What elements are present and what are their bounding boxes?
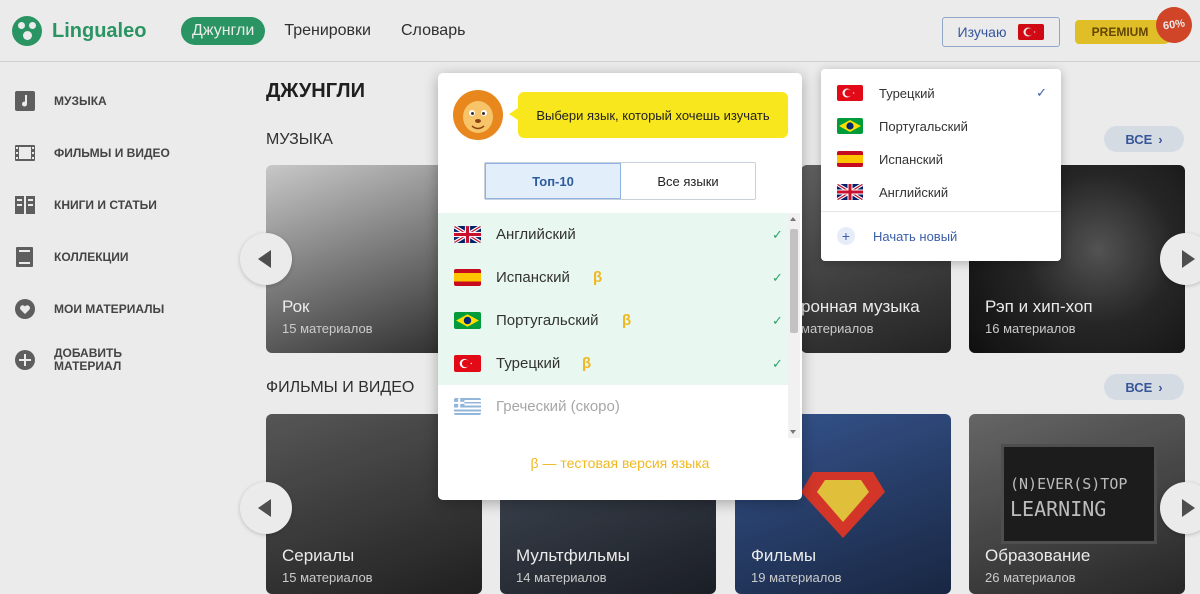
turkey-flag-icon <box>837 85 863 101</box>
start-new-language-button[interactable]: + Начать новый <box>837 227 957 245</box>
language-label: Турецкий <box>496 355 561 372</box>
tab-all-languages[interactable]: Все языки <box>621 163 755 199</box>
dropdown-item-english[interactable]: Английский <box>837 184 1047 200</box>
beta-footnote: β — тестовая версия языка <box>530 455 710 471</box>
dropdown-item-turkish[interactable]: Турецкий ✓ <box>837 85 1047 101</box>
lion-mascot-icon <box>452 87 504 143</box>
language-label: Португальский <box>496 312 599 329</box>
plus-icon: + <box>837 227 855 245</box>
check-icon: ✓ <box>772 269 783 285</box>
language-row-turkish[interactable]: Турецкий β ✓ <box>438 342 788 385</box>
brazil-flag-icon <box>837 118 863 134</box>
spain-flag-icon <box>454 269 481 286</box>
language-row-greek: Греческий (скоро) <box>438 385 788 428</box>
dropdown-item-label: Испанский <box>879 151 944 167</box>
dropdown-item-label: Турецкий <box>879 85 935 101</box>
uk-flag-icon <box>837 184 863 200</box>
language-list: Английский ✓ Испанский β ✓ Португальский… <box>438 213 788 438</box>
uk-flag-icon <box>454 226 481 243</box>
language-label: Греческий (скоро) <box>496 398 620 415</box>
beta-marker: β <box>582 355 592 372</box>
dropdown-item-spanish[interactable]: Испанский <box>837 151 1047 167</box>
scroll-thumb[interactable] <box>790 229 798 333</box>
beta-marker: β <box>593 269 603 286</box>
check-icon: ✓ <box>1036 85 1047 100</box>
language-select-modal: Выбери язык, который хочешь изучать Топ-… <box>438 73 802 500</box>
spain-flag-icon <box>837 151 863 167</box>
turkey-flag-icon <box>454 355 481 372</box>
scroll-up-icon[interactable] <box>790 217 796 221</box>
check-icon: ✓ <box>772 226 783 242</box>
language-label: Английский <box>496 226 576 243</box>
language-row-spanish[interactable]: Испанский β ✓ <box>438 256 788 299</box>
start-new-label: Начать новый <box>873 228 958 244</box>
dropdown-item-label: Португальский <box>879 118 968 134</box>
dropdown-item-label: Английский <box>879 184 949 200</box>
tab-top10[interactable]: Топ-10 <box>485 163 621 199</box>
check-icon: ✓ <box>772 355 783 371</box>
greece-flag-icon <box>454 398 481 415</box>
brazil-flag-icon <box>454 312 481 329</box>
beta-marker: β <box>622 312 632 329</box>
language-row-portuguese[interactable]: Португальский β ✓ <box>438 299 788 342</box>
prompt-bubble: Выбери язык, который хочешь изучать <box>509 92 788 138</box>
language-row-english[interactable]: Английский ✓ <box>438 213 788 256</box>
language-label: Испанский <box>496 269 570 286</box>
language-list-scrollbar[interactable] <box>788 213 800 438</box>
check-icon: ✓ <box>772 312 783 328</box>
language-dropdown: Турецкий ✓ Португальский Испанский Англи… <box>821 69 1061 261</box>
dropdown-divider <box>821 211 1061 212</box>
scroll-down-icon[interactable] <box>790 430 796 434</box>
language-tabs: Топ-10 Все языки <box>484 162 756 200</box>
dropdown-item-portuguese[interactable]: Португальский <box>837 118 1047 134</box>
